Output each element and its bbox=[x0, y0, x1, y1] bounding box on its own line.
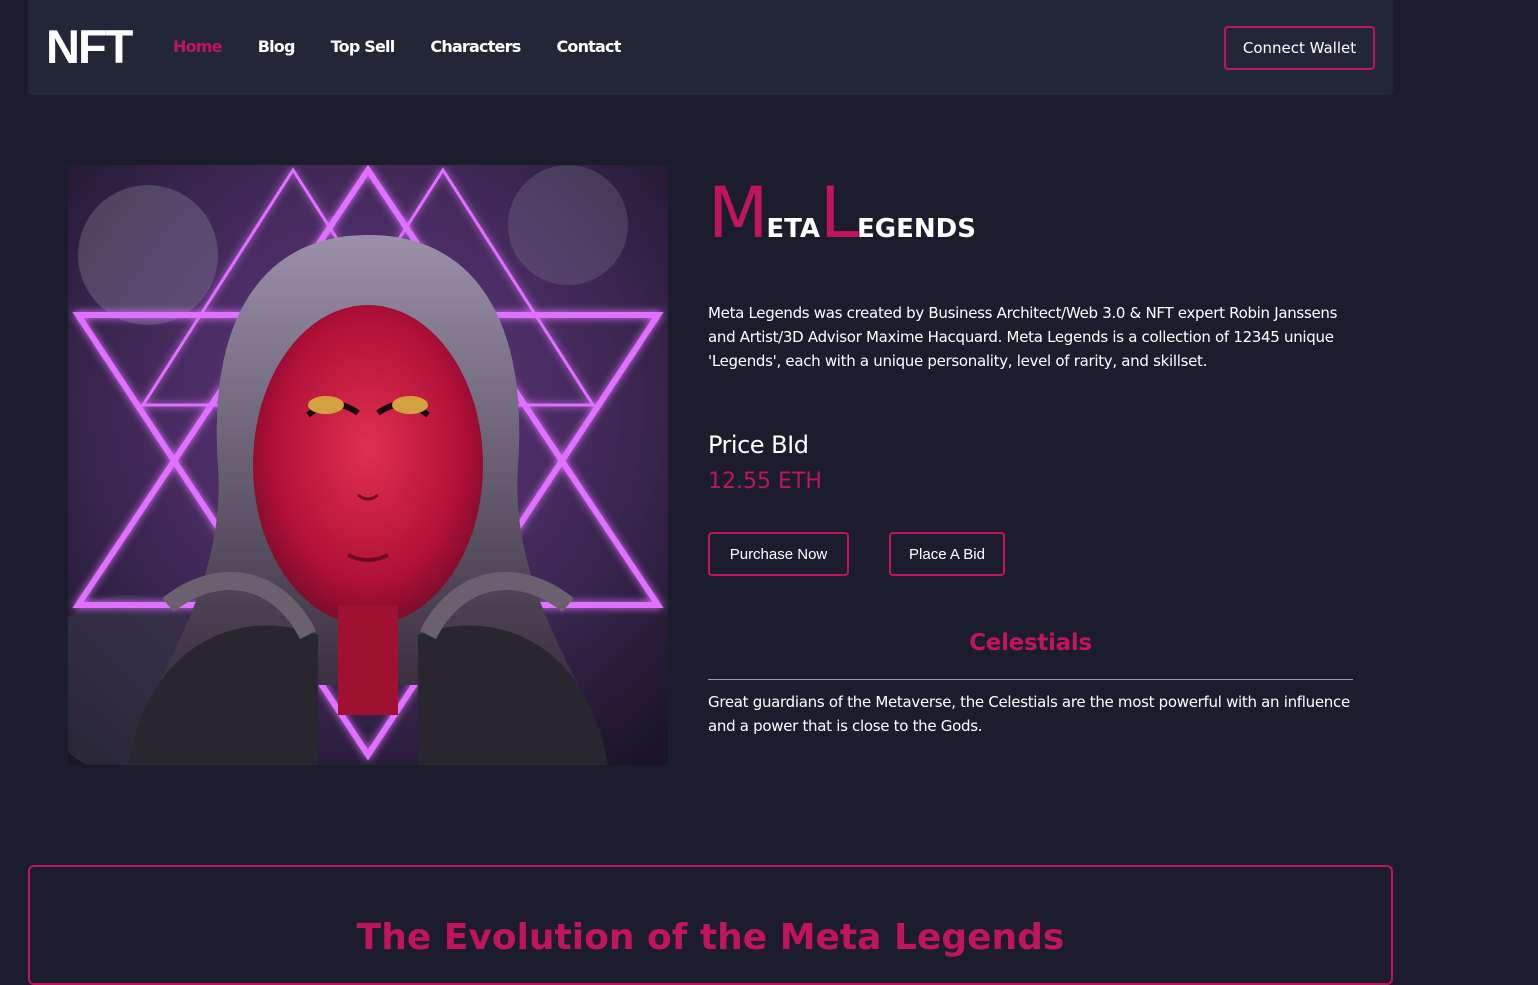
hooded-character-illustration bbox=[68, 165, 668, 765]
category-title: Celestials bbox=[969, 630, 1092, 656]
connect-wallet-button[interactable]: Connect Wallet bbox=[1224, 26, 1375, 70]
navbar: NFT Home Blog Top Sell Characters Contac… bbox=[28, 0, 1393, 95]
category-description: Great guardians of the Metaverse, the Ce… bbox=[708, 693, 1350, 735]
nav-link-contact[interactable]: Contact bbox=[556, 37, 621, 57]
collection-title: METALEGENDS bbox=[708, 178, 976, 248]
title-rest-eta: ETA bbox=[766, 214, 821, 244]
title-cap-l: L bbox=[820, 172, 859, 254]
title-rest-egends: EGENDS bbox=[857, 214, 976, 244]
nav-link-characters[interactable]: Characters bbox=[430, 37, 521, 57]
evolution-section: The Evolution of the Meta Legends bbox=[28, 865, 1393, 985]
purchase-now-button[interactable]: Purchase Now bbox=[708, 532, 849, 576]
nav-link-blog[interactable]: Blog bbox=[258, 37, 296, 57]
divider bbox=[708, 679, 1353, 680]
price-value: 12.55 ETH bbox=[708, 469, 822, 494]
nav-link-top-sell[interactable]: Top Sell bbox=[331, 37, 396, 57]
hero-nft-image bbox=[68, 165, 668, 765]
logo[interactable]: NFT bbox=[46, 22, 133, 72]
collection-description: Meta Legends was created by Business Arc… bbox=[708, 304, 1338, 370]
price-label: Price BId bbox=[708, 431, 809, 459]
nav-link-home[interactable]: Home bbox=[173, 37, 223, 57]
place-bid-button[interactable]: Place A Bid bbox=[889, 532, 1005, 576]
nav-links: Home Blog Top Sell Characters Contact bbox=[173, 37, 657, 57]
title-cap-m: M bbox=[708, 172, 768, 254]
evolution-title: The Evolution of the Meta Legends bbox=[356, 917, 1065, 958]
